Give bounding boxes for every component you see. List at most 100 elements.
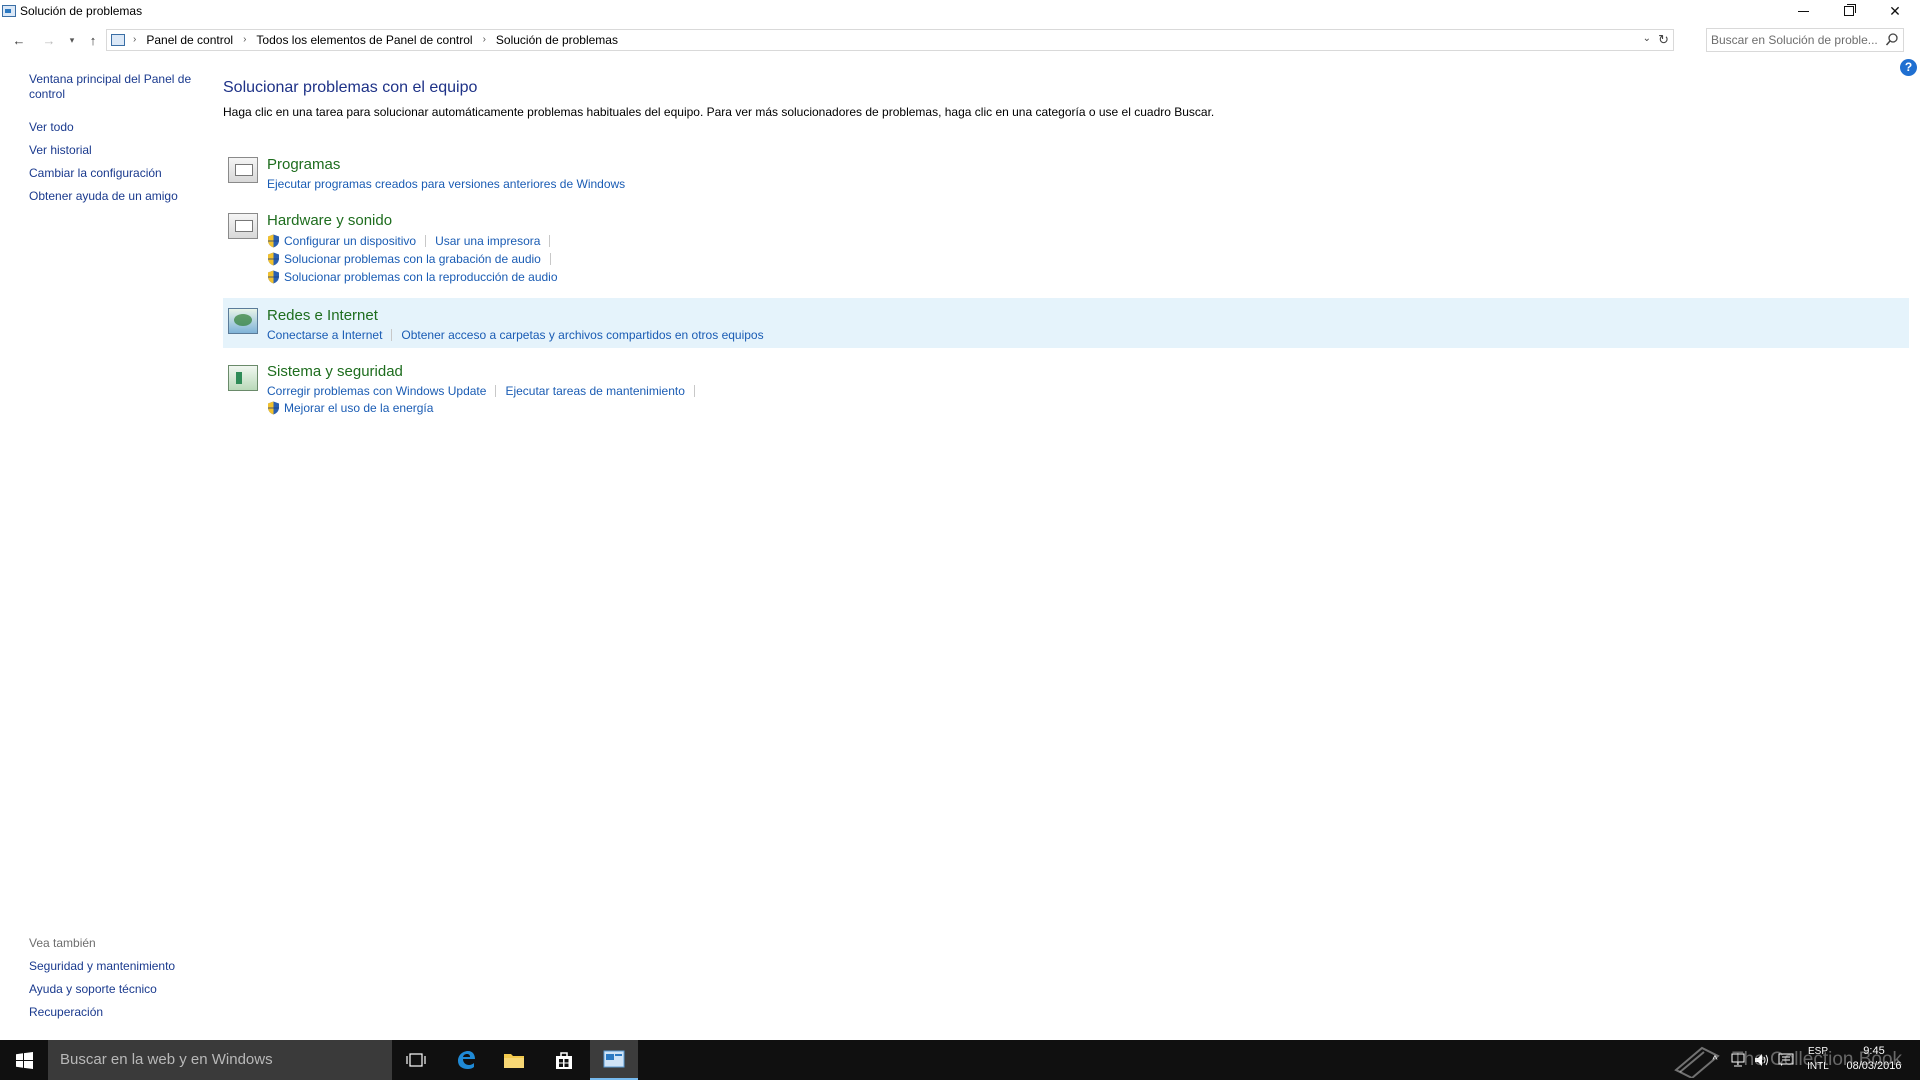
chevron-down-icon: ▾	[69, 34, 75, 45]
tray-network[interactable]	[1727, 1040, 1749, 1080]
task-row: Corregir problemas con Windows Update Ej…	[267, 384, 704, 398]
keyboard-layout: INTL	[1807, 1061, 1829, 1072]
task-link[interactable]: Configurar un dispositivo	[284, 234, 416, 248]
tray-action-center[interactable]	[1775, 1040, 1797, 1080]
taskbar-store[interactable]	[540, 1040, 588, 1080]
close-button[interactable]: ✕	[1872, 0, 1918, 22]
minimize-button[interactable]	[1780, 0, 1826, 22]
task-link[interactable]: Mejorar el uso de la energía	[284, 401, 433, 415]
admin-shield-icon	[267, 401, 280, 415]
breadcrumb-separator-icon[interactable]: ›	[129, 33, 140, 47]
recent-locations-button[interactable]: ▾	[61, 30, 83, 50]
left-pane: Ventana principal del Panel de control V…	[0, 56, 210, 1040]
task-link[interactable]: Corregir problemas con Windows Update	[267, 384, 486, 398]
task-link[interactable]: Usar una impresora	[435, 234, 540, 248]
task-row: Solucionar problemas con la grabación de…	[267, 252, 560, 266]
see-also-recovery[interactable]: Recuperación	[29, 1005, 199, 1020]
clock-date: 08/03/2016	[1846, 1060, 1902, 1072]
title-bar: Solución de problemas ✕	[0, 0, 1920, 24]
restore-icon	[1844, 4, 1856, 16]
task-row: Ejecutar programas creados para versione…	[267, 177, 625, 191]
hardware-icon[interactable]	[228, 213, 258, 239]
address-bar[interactable]: › Panel de control › Todos los elementos…	[106, 29, 1674, 51]
task-separator	[549, 235, 551, 247]
close-icon: ✕	[1889, 2, 1901, 19]
task-separator	[549, 253, 551, 265]
search-input[interactable]	[1711, 32, 1881, 48]
arrow-up-icon: ↑	[89, 32, 97, 48]
tray-volume[interactable]	[1751, 1040, 1773, 1080]
task-link[interactable]: Solucionar problemas con la grabación de…	[284, 252, 541, 266]
input-language-button[interactable]: ESP INTL	[1800, 1044, 1836, 1074]
forward-button[interactable]: →	[38, 30, 60, 50]
task-separator	[391, 329, 393, 341]
window-title: Solución de problemas	[20, 4, 143, 18]
address-dropdown-icon[interactable]: ⌄	[1643, 33, 1651, 44]
category-network-internet[interactable]: Redes e Internet Conectarse a Internet O…	[223, 298, 1909, 348]
language-code: ESP	[1807, 1046, 1828, 1057]
see-also-help-support[interactable]: Ayuda y soporte técnico	[29, 982, 199, 997]
task-row: Mejorar el uso de la energía	[267, 401, 433, 415]
task-row: Conectarse a Internet Obtener acceso a c…	[267, 328, 764, 342]
show-hidden-icons-button[interactable]: ^	[1705, 1040, 1725, 1080]
task-link[interactable]: Ejecutar tareas de mantenimiento	[505, 384, 684, 398]
task-link[interactable]: Conectarse a Internet	[267, 328, 382, 342]
sidebar-link-control-panel-home[interactable]: Ventana principal del Panel de control	[29, 72, 199, 102]
admin-shield-icon	[267, 270, 280, 284]
task-view-button[interactable]	[392, 1040, 440, 1080]
breadcrumb-item[interactable]: Todos los elementos de Panel de control	[250, 33, 478, 47]
task-row: Configurar un dispositivo Usar una impre…	[267, 234, 559, 248]
category-system-security: Sistema y seguridad Corregir problemas c…	[223, 362, 1909, 422]
task-link[interactable]: Solucionar problemas con la reproducción…	[284, 270, 558, 284]
sidebar-link-view-history[interactable]: Ver historial	[29, 143, 199, 158]
system-icon[interactable]	[228, 365, 258, 391]
breadcrumb-separator-icon[interactable]: ›	[479, 33, 490, 47]
task-link[interactable]: Obtener acceso a carpetas y archivos com…	[401, 328, 763, 342]
refresh-icon[interactable]: ↻	[1658, 32, 1669, 48]
back-button[interactable]: ←	[8, 30, 30, 50]
taskbar-control-panel[interactable]	[590, 1040, 638, 1080]
search-box	[1706, 28, 1904, 52]
category-title[interactable]: Redes e Internet	[267, 307, 378, 324]
see-also-heading: Vea también	[29, 936, 96, 950]
breadcrumb: › Panel de control › Todos los elementos…	[129, 33, 624, 47]
start-button[interactable]	[0, 1040, 48, 1080]
task-separator	[495, 385, 497, 397]
edge-icon	[458, 1051, 475, 1069]
task-link[interactable]: Ejecutar programas creados para versione…	[267, 177, 625, 191]
breadcrumb-item[interactable]: Solución de problemas	[490, 33, 624, 47]
restore-button[interactable]	[1826, 0, 1872, 22]
sidebar-link-get-help-friend[interactable]: Obtener ayuda de un amigo	[29, 189, 199, 204]
breadcrumb-item[interactable]: Panel de control	[140, 33, 239, 47]
category-programs: Programas Ejecutar programas creados par…	[223, 152, 1909, 196]
see-also-security-maintenance[interactable]: Seguridad y mantenimiento	[29, 959, 199, 974]
task-view-icon	[406, 1053, 426, 1067]
breadcrumb-separator-icon[interactable]: ›	[239, 33, 250, 47]
programs-icon[interactable]	[228, 157, 258, 183]
category-title[interactable]: Programas	[267, 156, 340, 173]
store-icon	[556, 1052, 572, 1069]
sidebar-link-change-settings[interactable]: Cambiar la configuración	[29, 166, 199, 181]
windows-logo-icon	[15, 1051, 33, 1069]
taskbar-file-explorer[interactable]	[490, 1040, 538, 1080]
network-icon[interactable]	[228, 308, 258, 334]
search-icon[interactable]	[1885, 32, 1899, 48]
control-panel-icon	[2, 5, 16, 17]
task-separator	[425, 235, 427, 247]
taskbar-edge[interactable]	[442, 1040, 490, 1080]
category-title[interactable]: Hardware y sonido	[267, 212, 392, 229]
troubleshooting-window: Solución de problemas ✕ ← → ▾ ↑ › Panel …	[0, 0, 1920, 1040]
folder-icon	[504, 1054, 524, 1068]
up-button[interactable]: ↑	[82, 30, 104, 50]
clock[interactable]: 9:45 08/03/2016	[1838, 1044, 1910, 1074]
help-icon[interactable]: ?	[1900, 59, 1917, 76]
navigation-row: ← → ▾ ↑ › Panel de control › Todos los e…	[0, 28, 1920, 52]
page-title: Solucionar problemas con el equipo	[223, 79, 478, 96]
volume-icon	[1755, 1054, 1768, 1066]
taskbar: Buscar en la web y en Windows ^ ESP INTL…	[0, 1040, 1920, 1080]
sidebar-link-view-all[interactable]: Ver todo	[29, 120, 199, 135]
taskbar-search-box[interactable]: Buscar en la web y en Windows	[48, 1040, 392, 1080]
category-title[interactable]: Sistema y seguridad	[267, 363, 403, 380]
page-description: Haga clic en una tarea para solucionar a…	[223, 105, 1215, 119]
clock-time: 9:45	[1863, 1045, 1885, 1057]
